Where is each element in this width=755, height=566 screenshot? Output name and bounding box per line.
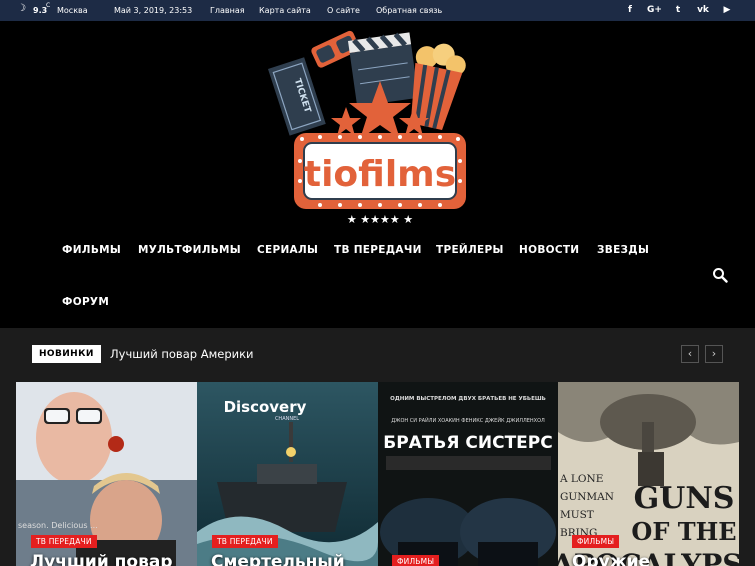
menu-item-forum[interactable]: ФОРУМ [62, 296, 109, 308]
top-link-sitemap[interactable]: Карта сайта [259, 6, 311, 15]
menu-item-series[interactable]: СЕРИАЛЫ [257, 244, 318, 256]
featured-card-1[interactable]: season. Delicious ... ТВ ПЕРЕДАЧИ Лучший… [16, 382, 197, 566]
twitter-icon[interactable]: t [671, 3, 685, 17]
poster-title-4-line1: GUNS [634, 481, 735, 516]
current-date: Май 3, 2019, 23:53 [114, 6, 193, 15]
featured-card-4[interactable]: A LONE GUNMAN MUST BRING GUNS OF THE APO… [558, 382, 739, 566]
card-title-1[interactable]: Лучший повар [30, 552, 173, 566]
svg-text:A LONE: A LONE [559, 473, 603, 485]
card-title-2[interactable]: Смертельный [211, 552, 345, 566]
google-plus-icon[interactable]: G+ [647, 3, 662, 17]
moon-icon: ☽ [17, 3, 26, 14]
featured-card-3[interactable]: ОДНИМ ВЫСТРЕЛОМ ДВУХ БРАТЬЕВ НЕ УБЬЕШЬ Д… [378, 382, 559, 566]
menu-item-trailers[interactable]: ТРЕЙЛЕРЫ [436, 244, 504, 256]
facebook-icon[interactable]: f [623, 3, 637, 17]
ticker-badge: НОВИНКИ [32, 345, 101, 363]
card-category-3[interactable]: ФИЛЬМЫ [392, 555, 440, 566]
poster-tagline-3: ОДНИМ ВЫСТРЕЛОМ ДВУХ БРАТЬЕВ НЕ УБЬЕШЬ [390, 396, 546, 402]
poster-actors-3: ДЖОН СИ РАЙЛИ ХОАКИН ФЕНИКС ДЖЕЙК ДЖИЛЛЕ… [391, 417, 545, 424]
top-bar: ☽ 9.3 C Москва Май 3, 2019, 23:53 Главна… [0, 0, 755, 21]
card-category-1[interactable]: ТВ ПЕРЕДАЧИ [31, 535, 97, 548]
logo-bottom-stars: ★ ★★★★ ★ [347, 213, 413, 226]
top-link-about[interactable]: О сайте [327, 6, 360, 15]
menu-item-tv-shows[interactable]: ТВ ПЕРЕДАЧИ [334, 244, 422, 256]
poster-image-3: ОДНИМ ВЫСТРЕЛОМ ДВУХ БРАТЬЕВ НЕ УБЬЕШЬ Д… [378, 382, 559, 566]
poster-title-4-line2: OF THE [631, 517, 736, 546]
poster-text-1: season. Delicious ... [18, 521, 98, 530]
news-ticker: НОВИНКИ Лучший повар Америки ‹ › [0, 328, 755, 382]
ticker-prev-button[interactable]: ‹ [681, 345, 699, 363]
svg-text:MUST: MUST [560, 509, 594, 521]
top-link-home[interactable]: Главная [210, 6, 245, 15]
search-icon[interactable] [712, 267, 728, 283]
card-title-4[interactable]: Оружие [572, 552, 650, 566]
menu-item-news[interactable]: НОВОСТИ [519, 244, 579, 256]
ticker-next-button[interactable]: › [705, 345, 723, 363]
ticker-headline[interactable]: Лучший повар Америки [110, 347, 254, 361]
poster-sub-2: CHANNEL [275, 416, 299, 422]
top-link-feedback[interactable]: Обратная связь [376, 6, 442, 15]
site-header: TICKET tiofilms ★ ★★★★ ★ ФИЛЬМЫ МУЛЬТФИЛ… [0, 21, 755, 328]
ticket-icon: TICKET [268, 57, 326, 136]
vk-icon[interactable]: vk [696, 3, 710, 17]
card-category-2[interactable]: ТВ ПЕРЕДАЧИ [212, 535, 278, 548]
youtube-icon[interactable]: ▶ [720, 3, 734, 17]
card-category-4[interactable]: ФИЛЬМЫ [572, 535, 620, 548]
featured-card-2[interactable]: Discovery CHANNEL ТВ ПЕРЕДАЧИ Смертельны… [197, 382, 378, 566]
weather-unit: C [46, 2, 51, 9]
menu-item-films[interactable]: ФИЛЬМЫ [62, 244, 121, 256]
menu-item-cartoons[interactable]: МУЛЬТФИЛЬМЫ [138, 244, 241, 256]
featured-cards: season. Delicious ... ТВ ПЕРЕДАЧИ Лучший… [0, 382, 755, 566]
weather-city[interactable]: Москва [57, 6, 88, 15]
poster-brand-2: Discovery [224, 398, 307, 416]
logo-text: tiofilms [304, 154, 456, 195]
svg-text:GUNMAN: GUNMAN [560, 491, 614, 503]
menu-item-stars[interactable]: ЗВЕЗДЫ [597, 244, 649, 256]
poster-title-3: БРАТЬЯ СИСТЕРС [383, 433, 552, 453]
site-logo[interactable]: TICKET tiofilms ★ ★★★★ ★ [260, 21, 500, 231]
